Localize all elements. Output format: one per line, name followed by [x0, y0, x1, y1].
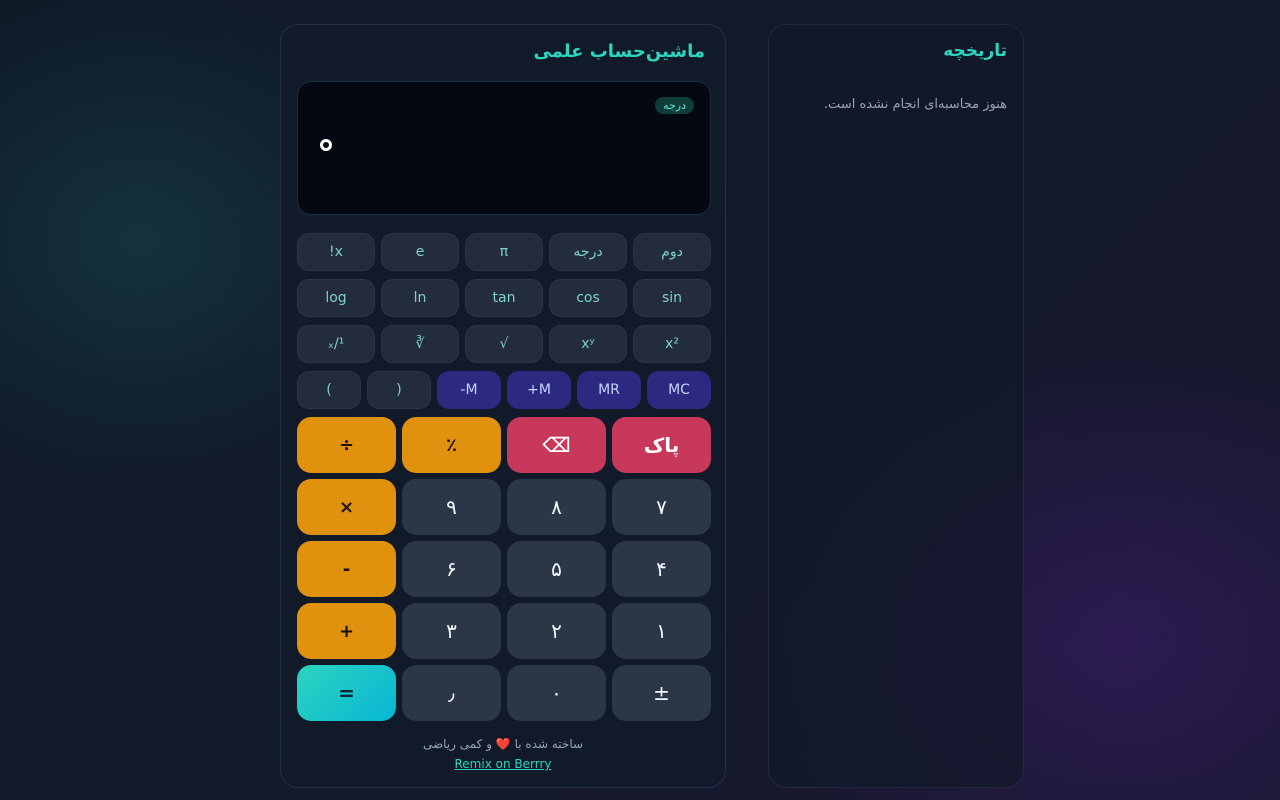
- digit-9-button[interactable]: ۹: [402, 479, 501, 535]
- keypad-row-5: ± ۰ ٫ =: [297, 665, 711, 721]
- digit-7-button[interactable]: ۷: [612, 479, 711, 535]
- factorial-button[interactable]: x!: [297, 233, 375, 271]
- memory-row: MC MR M+ M- ( ): [297, 371, 711, 409]
- log-button[interactable]: log: [297, 279, 375, 317]
- calculator-title: ماشین‌حساب علمی: [533, 41, 705, 62]
- ln-button[interactable]: ln: [381, 279, 459, 317]
- multiply-button[interactable]: ×: [297, 479, 396, 535]
- sqrt-button[interactable]: √: [465, 325, 543, 363]
- degree-toggle-button[interactable]: درجه: [549, 233, 627, 271]
- history-panel: تاریخچه هنوز محاسبه‌ای انجام نشده است.: [768, 24, 1024, 788]
- memory-subtract-button[interactable]: M-: [437, 371, 501, 409]
- calculator-panel: ماشین‌حساب علمی درجه ۰ دوم درجه π e x! s…: [280, 24, 726, 788]
- remix-link[interactable]: Remix on Berrry: [281, 757, 725, 771]
- keypad-row-4: ۱ ۲ ۳ +: [297, 603, 711, 659]
- sci-row-1: دوم درجه π e x!: [297, 233, 711, 271]
- tan-button[interactable]: tan: [465, 279, 543, 317]
- digit-3-button[interactable]: ۳: [402, 603, 501, 659]
- e-button[interactable]: e: [381, 233, 459, 271]
- power-button[interactable]: xʸ: [549, 325, 627, 363]
- subtract-button[interactable]: -: [297, 541, 396, 597]
- display-value: ۰: [320, 139, 332, 151]
- cube-root-button[interactable]: ∛: [381, 325, 459, 363]
- heart-icon: ❤️: [495, 737, 511, 751]
- close-paren-button[interactable]: ): [297, 371, 361, 409]
- open-paren-button[interactable]: (: [367, 371, 431, 409]
- history-empty-message: هنوز محاسبه‌ای انجام نشده است.: [823, 97, 1007, 112]
- decimal-button[interactable]: ٫: [402, 665, 501, 721]
- keypad-row-3: ۴ ۵ ۶ -: [297, 541, 711, 597]
- memory-clear-button[interactable]: MC: [647, 371, 711, 409]
- sin-button[interactable]: sin: [633, 279, 711, 317]
- footer-text: ساخته شده با: [514, 737, 584, 751]
- sign-toggle-button[interactable]: ±: [612, 665, 711, 721]
- cos-button[interactable]: cos: [549, 279, 627, 317]
- add-button[interactable]: +: [297, 603, 396, 659]
- second-function-button[interactable]: دوم: [633, 233, 711, 271]
- digit-2-button[interactable]: ۲: [507, 603, 606, 659]
- digit-1-button[interactable]: ۱: [612, 603, 711, 659]
- digit-6-button[interactable]: ۶: [402, 541, 501, 597]
- memory-add-button[interactable]: M+: [507, 371, 571, 409]
- sci-row-3: x² xʸ √ ∛ ¹/ₓ: [297, 325, 711, 363]
- keypad-row-2: ۷ ۸ ۹ ×: [297, 479, 711, 535]
- digit-0-button[interactable]: ۰: [507, 665, 606, 721]
- equals-button[interactable]: =: [297, 665, 396, 721]
- memory-recall-button[interactable]: MR: [577, 371, 641, 409]
- divide-button[interactable]: ÷: [297, 417, 396, 473]
- display: درجه ۰: [297, 81, 711, 215]
- footer: ساخته شده با ❤️ و کمی ریاضی Remix on Ber…: [281, 737, 725, 771]
- clear-button[interactable]: پاک: [612, 417, 711, 473]
- footer-suffix: و کمی ریاضی: [422, 737, 492, 751]
- sci-row-2: sin cos tan ln log: [297, 279, 711, 317]
- backspace-button[interactable]: ⌫: [507, 417, 606, 473]
- reciprocal-button[interactable]: ¹/ₓ: [297, 325, 375, 363]
- square-button[interactable]: x²: [633, 325, 711, 363]
- angle-mode-badge: درجه: [655, 97, 694, 114]
- digit-8-button[interactable]: ۸: [507, 479, 606, 535]
- digit-4-button[interactable]: ۴: [612, 541, 711, 597]
- history-title: تاریخچه: [943, 41, 1007, 61]
- digit-5-button[interactable]: ۵: [507, 541, 606, 597]
- percent-button[interactable]: ٪: [402, 417, 501, 473]
- pi-button[interactable]: π: [465, 233, 543, 271]
- keypad-row-1: پاک ⌫ ٪ ÷: [297, 417, 711, 473]
